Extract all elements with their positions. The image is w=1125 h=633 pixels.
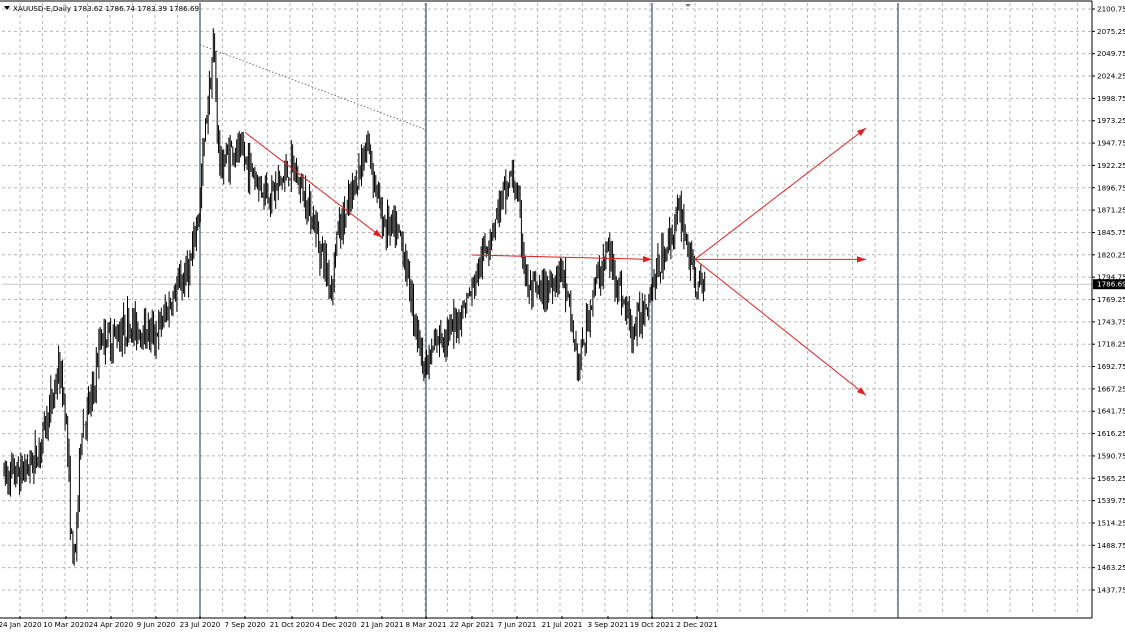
y-tick-label: 1488.75 — [1097, 541, 1125, 550]
arrowhead-icon — [856, 127, 866, 136]
x-tick-label: 7 Sep 2020 — [225, 620, 266, 629]
y-tick-label: 2100.75 — [1097, 5, 1125, 14]
vertical-lines — [199, 3, 899, 618]
annotations — [199, 44, 867, 396]
x-tick-label: 21 Oct 2020 — [270, 620, 315, 629]
chart-title: XAUUSD-E,Daily 1783.62 1786.74 1783.39 1… — [13, 4, 200, 13]
y-tick-label: 2049.75 — [1097, 49, 1125, 58]
y-tick-label: 1641.75 — [1097, 407, 1125, 416]
y-tick-label: 1718.25 — [1097, 340, 1125, 349]
y-tick-label: 1947.75 — [1097, 139, 1125, 148]
arrow-line[interactable] — [694, 259, 867, 396]
y-tick-label: 1463.25 — [1097, 563, 1125, 572]
price-chart: 2100.75 2075.25 2049.75 2024.25 1998.75 1973.… — [0, 0, 1125, 629]
x-tick-label: 22 Apr 2021 — [450, 620, 494, 629]
x-tick-label: 7 Jun 2021 — [498, 620, 537, 629]
x-tick-label: 4 Dec 2020 — [315, 620, 357, 629]
y-tick-label: 1973.25 — [1097, 116, 1125, 125]
x-tick-label: 10 Mar 2020 — [43, 620, 89, 629]
y-tick-label: 1845.75 — [1097, 228, 1125, 237]
y-tick-label: 1896.75 — [1097, 183, 1125, 192]
x-tick-label: 3 Sep 2021 — [588, 620, 629, 629]
y-tick-label: 1692.75 — [1097, 362, 1125, 371]
x-tick-label: 2 Dec 2021 — [676, 620, 717, 629]
y-tick-label: 1820.25 — [1097, 250, 1125, 259]
y-tick-label: 1667.25 — [1097, 384, 1125, 393]
x-tick-label: 24 Apr 2020 — [89, 620, 134, 629]
chart-header: XAUUSD-E,Daily 1783.62 1786.74 1783.39 1… — [4, 4, 691, 13]
x-tick-label: 8 Mar 2021 — [406, 620, 447, 629]
y-tick-label: 1871.25 — [1097, 206, 1125, 215]
x-tick-label: 21 Jan 2021 — [360, 620, 403, 629]
y-axis-labels: 2100.75 2075.25 2049.75 2024.25 1998.75 1973.… — [1092, 5, 1125, 595]
y-tick-label: 1998.75 — [1097, 94, 1125, 103]
arrow-line[interactable] — [694, 127, 867, 260]
y-tick-label: 1539.75 — [1097, 496, 1125, 505]
y-tick-label: 1769.25 — [1097, 295, 1125, 304]
candles — [3, 28, 706, 566]
x-tick-label: 24 Jan 2020 — [0, 620, 42, 629]
current-price-badge: 1786.69 — [1093, 279, 1125, 290]
y-tick-label: 1743.75 — [1097, 317, 1125, 326]
y-tick-label: 1514.25 — [1097, 518, 1125, 527]
arrowhead-icon — [856, 387, 866, 396]
arrowhead-icon — [642, 255, 652, 263]
arrowhead-icon — [372, 229, 382, 238]
y-tick-label: 1565.25 — [1097, 474, 1125, 483]
x-tick-label: 9 Jun 2020 — [137, 620, 176, 629]
y-tick-label: 1616.25 — [1097, 429, 1125, 438]
arrowhead-icon — [857, 256, 866, 263]
y-tick-label: 1437.75 — [1097, 586, 1125, 595]
y-tick-label: 2024.25 — [1097, 72, 1125, 81]
y-tick-label: 1590.75 — [1097, 451, 1125, 460]
x-tick-label: 23 Jul 2020 — [180, 620, 221, 629]
current-price-label: 1786.69 — [1097, 280, 1125, 289]
x-tick-label: 21 Jul 2021 — [542, 620, 583, 629]
shift-marker-icon[interactable] — [685, 4, 691, 7]
x-tick-label: 19 Oct 2021 — [630, 620, 674, 629]
y-tick-label: 1922.25 — [1097, 161, 1125, 170]
y-tick-label: 2075.25 — [1097, 27, 1125, 36]
